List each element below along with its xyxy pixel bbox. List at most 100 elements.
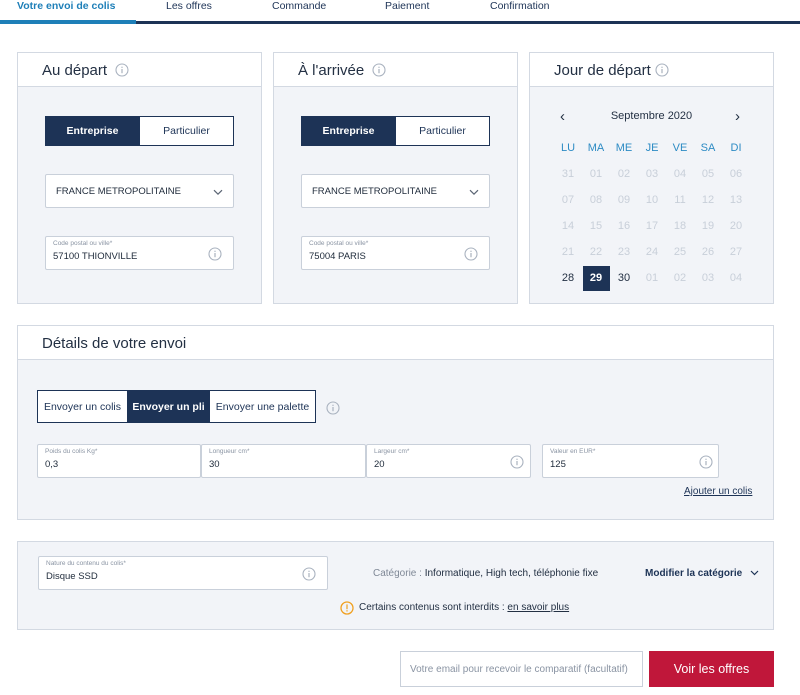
calendar-day: 22 xyxy=(589,246,603,258)
departure-type-toggle: Entreprise Particulier xyxy=(45,116,234,146)
calendar-day: 04 xyxy=(729,272,743,284)
calendar-day: 26 xyxy=(701,246,715,258)
calendar-day: 19 xyxy=(701,220,715,232)
step-paiement[interactable]: Paiement xyxy=(385,0,429,12)
arrival-postal-label: Code postal ou ville* xyxy=(309,240,369,247)
departure-card: Au départ Entreprise Particulier FRANCE … xyxy=(17,52,262,304)
add-parcel-link[interactable]: Ajouter un colis xyxy=(684,486,752,497)
calendar-day: 06 xyxy=(729,168,743,180)
content-nature-field[interactable]: Nature du contenu du colis* Disque SSD xyxy=(38,556,328,590)
width-field[interactable]: Largeur cm* 20 xyxy=(366,444,531,478)
info-icon[interactable] xyxy=(464,247,478,261)
calendar-day[interactable]: 30 xyxy=(610,265,638,291)
departure-particulier-button[interactable]: Particulier xyxy=(139,117,233,145)
calendar-day: 14 xyxy=(561,220,575,232)
info-icon[interactable] xyxy=(510,455,524,469)
length-label: Longueur cm* xyxy=(209,448,250,455)
calendar-day: 04 xyxy=(673,168,687,180)
content-nature-label: Nature du contenu du colis* xyxy=(46,560,126,567)
forbidden-contents-text: Certains contenus sont interdits : xyxy=(359,602,505,613)
calendar-day: 17 xyxy=(645,220,659,232)
email-field[interactable] xyxy=(400,651,643,687)
info-icon[interactable] xyxy=(326,401,340,415)
calendar-card: Jour de départ ‹ Septembre 2020 › LU MA ME… xyxy=(529,52,774,304)
departure-card-header: Au départ xyxy=(18,53,261,87)
category-value: Informatique, High tech, téléphonie fixe xyxy=(424,568,599,579)
calendar-weekday: MA xyxy=(587,142,605,154)
details-card-header: Détails de votre envoi xyxy=(18,326,773,360)
chevron-down-icon xyxy=(469,187,479,199)
departure-postal-field[interactable]: Code postal ou ville* 57100 THIONVILLE xyxy=(45,236,234,270)
step-envoi[interactable]: Votre envoi de colis xyxy=(17,0,115,12)
calendar-day: 16 xyxy=(617,220,631,232)
content-nature-value: Disque SSD xyxy=(46,571,98,582)
departure-postal-label: Code postal ou ville* xyxy=(53,240,113,247)
arrival-postal-field[interactable]: Code postal ou ville* 75004 PARIS xyxy=(301,236,490,270)
departure-entreprise-button[interactable]: Entreprise xyxy=(46,117,139,145)
info-icon[interactable] xyxy=(655,63,669,77)
weight-label: Poids du colis Kg* xyxy=(45,448,98,455)
calendar-day: 09 xyxy=(617,194,631,206)
stepper-active-indicator xyxy=(0,20,136,24)
info-icon[interactable] xyxy=(208,247,222,261)
modify-category-button[interactable]: Modifier la catégorie xyxy=(645,568,759,579)
departure-postal-value: 57100 THIONVILLE xyxy=(53,251,138,262)
calendar-day: 03 xyxy=(645,168,659,180)
departure-title: Au départ xyxy=(42,62,108,79)
calendar-weekday: VE xyxy=(672,142,688,154)
calendar-day: 24 xyxy=(645,246,659,258)
send-parcel-button[interactable]: Envoyer un colis xyxy=(38,391,127,422)
calendar-day: 08 xyxy=(589,194,603,206)
calendar-day: 21 xyxy=(561,246,575,258)
arrival-card: À l'arrivée Entreprise Particulier FRANC… xyxy=(273,52,518,304)
declared-value-value: 125 xyxy=(550,459,566,470)
calendar-day: 12 xyxy=(701,194,715,206)
weight-value: 0,3 xyxy=(45,459,59,470)
calendar-card-header: Jour de départ xyxy=(530,53,773,87)
learn-more-link[interactable]: en savoir plus xyxy=(507,602,569,613)
arrival-entreprise-button[interactable]: Entreprise xyxy=(302,117,395,145)
calendar-day: 01 xyxy=(589,168,603,180)
info-icon[interactable] xyxy=(115,63,129,77)
email-input[interactable] xyxy=(401,652,642,686)
calendar-next-month[interactable]: › xyxy=(735,108,740,125)
arrival-country-select[interactable]: FRANCE METROPOLITAINE xyxy=(301,174,490,208)
calendar-day: 31 xyxy=(561,168,575,180)
info-icon[interactable] xyxy=(699,455,713,469)
calendar-day: 15 xyxy=(589,220,603,232)
declared-value-field[interactable]: Valeur en EUR* 125 xyxy=(542,444,719,478)
calendar-day: 01 xyxy=(645,272,659,284)
arrival-card-header: À l'arrivée xyxy=(274,53,517,87)
calendar-day: 05 xyxy=(701,168,715,180)
step-commande[interactable]: Commande xyxy=(272,0,326,12)
width-value: 20 xyxy=(374,459,385,470)
step-confirmation[interactable]: Confirmation xyxy=(490,0,550,12)
departure-country-value: FRANCE METROPOLITAINE xyxy=(56,186,181,197)
calendar-day-selected[interactable]: 29 xyxy=(582,265,610,291)
calendar-weekday: DI xyxy=(730,142,742,154)
length-field[interactable]: Longueur cm* 30 xyxy=(201,444,366,478)
departure-country-select[interactable]: FRANCE METROPOLITAINE xyxy=(45,174,234,208)
calendar-day: 27 xyxy=(729,246,743,258)
content-card: Nature du contenu du colis* Disque SSD C… xyxy=(17,541,774,630)
calendar-day: 07 xyxy=(561,194,575,206)
forbidden-contents-notice: Certains contenus sont interdits : en sa… xyxy=(359,602,569,613)
calendar-day: 18 xyxy=(673,220,687,232)
info-icon[interactable] xyxy=(302,567,316,581)
info-icon[interactable] xyxy=(372,63,386,77)
calendar-grid: LU MA ME JE VE SA DI 31 01 02 03 04 05 06 07 08 09 10 11 12… xyxy=(554,135,750,291)
step-offres[interactable]: Les offres xyxy=(166,0,212,12)
send-letter-button[interactable]: Envoyer un pli xyxy=(127,391,209,422)
calendar-weekday: SA xyxy=(700,142,716,154)
calendar-day: 13 xyxy=(729,194,743,206)
calendar-day[interactable]: 28 xyxy=(554,265,582,291)
progress-stepper: Votre envoi de colis Les offres Commande… xyxy=(0,0,800,24)
category-text: Catégorie : Informatique, High tech, tél… xyxy=(373,568,598,579)
send-pallet-button[interactable]: Envoyer une palette xyxy=(209,391,315,422)
weight-field[interactable]: Poids du colis Kg* 0,3 xyxy=(37,444,201,478)
arrival-title: À l'arrivée xyxy=(298,62,365,79)
arrival-particulier-button[interactable]: Particulier xyxy=(395,117,489,145)
calendar-day: 03 xyxy=(701,272,715,284)
see-offers-button[interactable]: Voir les offres xyxy=(649,651,774,687)
warning-icon xyxy=(340,601,354,615)
